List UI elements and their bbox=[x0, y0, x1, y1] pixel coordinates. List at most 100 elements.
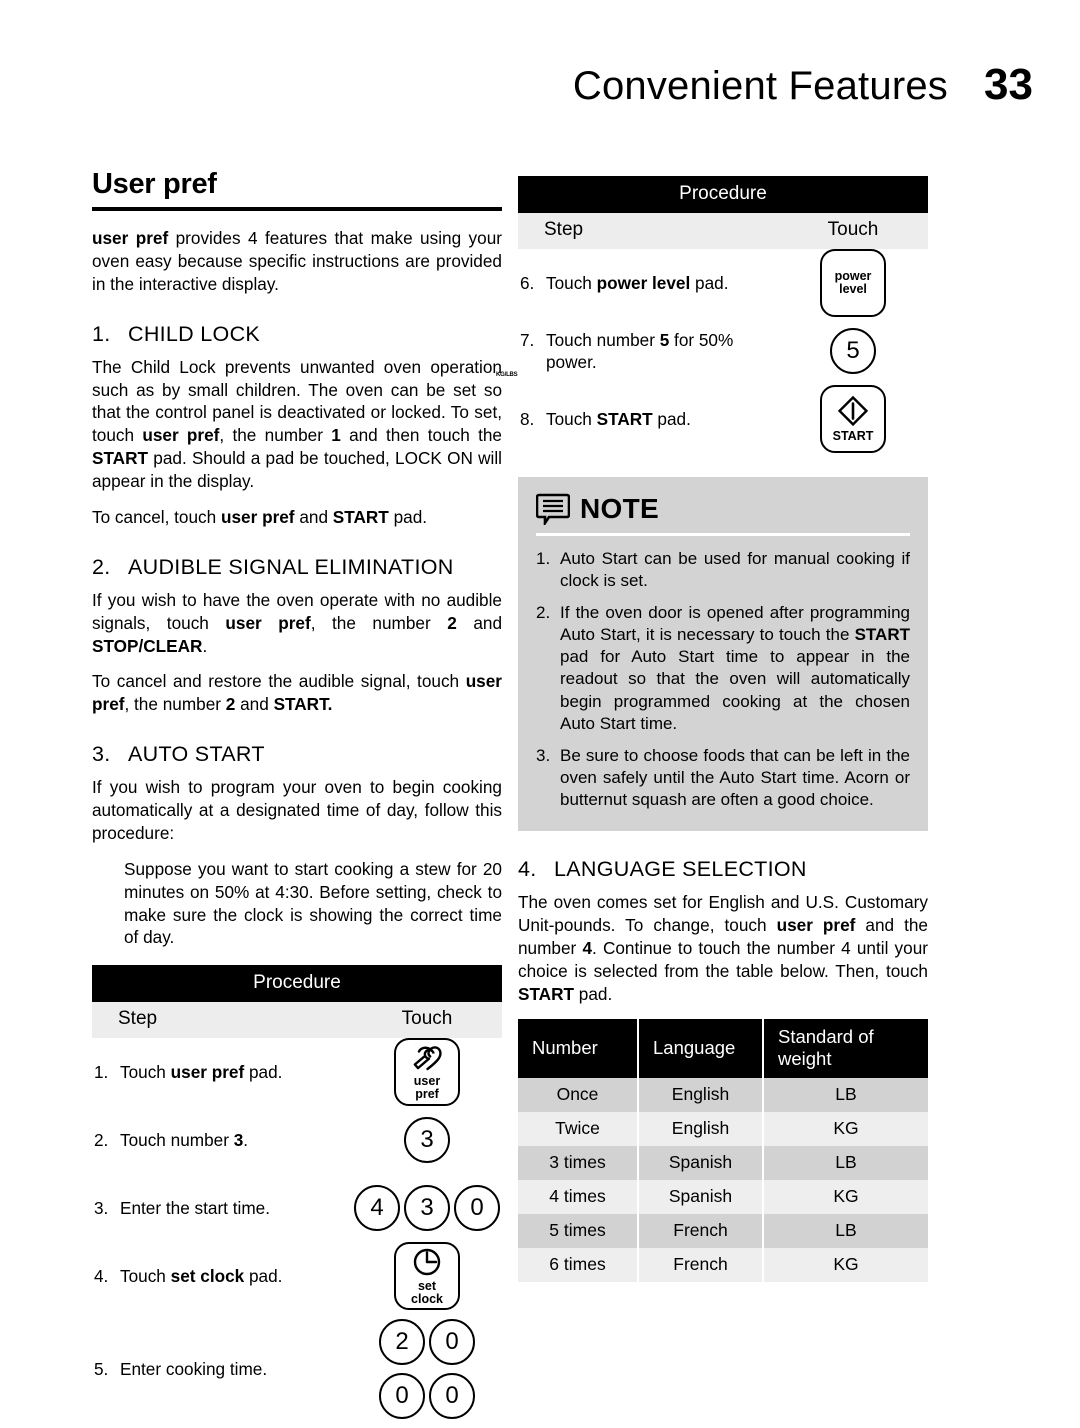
language-table-cell: KG bbox=[763, 1248, 928, 1283]
heading-number: 1. bbox=[92, 321, 111, 346]
language-table-cell: 6 times bbox=[518, 1248, 639, 1283]
language-table-cell: Spanish bbox=[638, 1146, 764, 1181]
language-table-cell: English bbox=[638, 1112, 764, 1147]
intro-paragraph: user pref provides 4 features that make … bbox=[92, 228, 502, 294]
note-item-text: Be sure to choose foods that can be left… bbox=[560, 745, 910, 809]
pad-label: user pref bbox=[413, 1073, 441, 1101]
step-text: Enter the start time. bbox=[120, 1198, 270, 1219]
procedure-rows-right: 6. Touch power level pad. power level 7. Touc… bbox=[518, 249, 928, 453]
language-table-row: 5 times French LB bbox=[518, 1214, 928, 1249]
procedure-step: 1. Touch user pref pad. bbox=[92, 1061, 352, 1083]
language-table-row: Twice English KG bbox=[518, 1112, 928, 1147]
number-pad-4[interactable]: 4 bbox=[354, 1185, 400, 1232]
note-bubble-icon bbox=[535, 493, 571, 528]
procedure-touch-cell: START bbox=[778, 385, 928, 453]
number-pad-5[interactable]: 5 bbox=[830, 328, 876, 374]
pad-power-level[interactable]: power level bbox=[820, 249, 886, 317]
note-item: 1. Auto Start can be used for manual cook… bbox=[536, 548, 910, 592]
language-table-header-cell: Number bbox=[518, 1019, 639, 1079]
number-pad-0[interactable]: 0 bbox=[429, 1319, 475, 1366]
procedure-step: 7. Touch number 5 for 50% power. bbox=[518, 329, 778, 374]
procedure-row: 5. Enter cooking time. 2 0 0 0 bbox=[92, 1310, 502, 1428]
note-header: NOTE bbox=[535, 493, 910, 528]
child-lock-paragraph-2: To cancel, touch user pref and START pad… bbox=[92, 506, 428, 527]
procedure-step: 8. Touch START pad. bbox=[518, 408, 778, 430]
language-table-body: Once English LB Twice English KG 3 times Spanis… bbox=[518, 1078, 928, 1283]
heading-child-lock: 1. CHILD LOCK bbox=[92, 322, 502, 347]
note-item: 3. Be sure to choose foods that can be le… bbox=[536, 745, 910, 811]
heading-text: AUTO START bbox=[128, 742, 265, 767]
procedure-row: 3. Enter the start time. 4 3 0 bbox=[92, 1174, 502, 1242]
step-number: 7. bbox=[520, 329, 535, 350]
number-pad-2[interactable]: 2 bbox=[379, 1319, 425, 1366]
language-table-cell: KG bbox=[763, 1112, 928, 1147]
procedure-title: Procedure bbox=[92, 965, 502, 1003]
number-pad-0[interactable]: 0 bbox=[454, 1185, 500, 1232]
note-item-number: 3. bbox=[536, 745, 551, 765]
note-item: 2. If the oven door is opened after progr… bbox=[536, 602, 910, 735]
language-table-cell: Spanish bbox=[638, 1180, 764, 1215]
auto-start-example: Suppose you want to start cooking a stew… bbox=[124, 858, 502, 948]
auto-start-paragraph: If you wish to program your oven to begi… bbox=[92, 777, 502, 843]
language-table-cell: English bbox=[638, 1078, 764, 1113]
procedure-row: 2. Touch number 3. 3 bbox=[92, 1106, 502, 1174]
step-number: 1. bbox=[94, 1062, 109, 1083]
language-table-cell: Twice bbox=[518, 1112, 639, 1147]
child-lock-paragraph-1: The Child Lock prevents unwanted oven op… bbox=[92, 356, 502, 491]
procedure-table-left: Procedure Step Touch 1. Touch user pref p… bbox=[92, 965, 502, 1428]
column-header-step: Step bbox=[118, 1008, 158, 1030]
pad-label: power level bbox=[834, 268, 872, 296]
pad-stack: 2000 bbox=[379, 1319, 475, 1420]
step-number: 8. bbox=[520, 408, 535, 429]
language-table-row: Once English LB bbox=[518, 1078, 928, 1113]
pad-row: 00 bbox=[379, 1373, 475, 1420]
set-clock-icon bbox=[412, 1247, 442, 1277]
language-table-cell: 5 times bbox=[518, 1214, 639, 1249]
language-table-cell: 3 times bbox=[518, 1146, 639, 1181]
procedure-subheader: Step Touch bbox=[92, 1002, 502, 1039]
column-header-touch: Touch bbox=[401, 1008, 453, 1030]
step-number: 3. bbox=[94, 1198, 109, 1219]
step-text: Touch power level pad. bbox=[546, 272, 729, 293]
user-pref-icon bbox=[411, 1044, 443, 1072]
note-box: NOTE 1. Auto Start can be used for manual… bbox=[518, 477, 928, 832]
page-title: Convenient Features bbox=[572, 64, 948, 108]
note-list: 1. Auto Start can be used for manual cook… bbox=[536, 548, 910, 811]
number-pad-0[interactable]: 0 bbox=[429, 1373, 475, 1420]
step-text: Enter cooking time. bbox=[120, 1359, 268, 1380]
note-item-number: 1. bbox=[536, 549, 551, 568]
step-text: Touch number 5 for 50% power. bbox=[546, 329, 734, 372]
procedure-touch-cell: 3 bbox=[352, 1117, 502, 1164]
language-table-cell: LB bbox=[763, 1214, 928, 1249]
pad-start[interactable]: START bbox=[820, 385, 886, 453]
language-table-cell: French bbox=[638, 1248, 764, 1283]
pad-label: START bbox=[832, 428, 874, 443]
pad-set-clock[interactable]: set clock bbox=[394, 1242, 460, 1311]
number-pad-3[interactable]: 3 bbox=[404, 1185, 450, 1232]
procedure-touch-cell: 430 bbox=[352, 1185, 502, 1232]
audible-paragraph-2: To cancel and restore the audible signal… bbox=[92, 671, 502, 715]
number-pad-0[interactable]: 0 bbox=[379, 1373, 425, 1420]
note-title: NOTE bbox=[580, 493, 659, 524]
left-column: User pref user pref provides 4 features … bbox=[92, 168, 502, 1428]
language-table-row: 4 times Spanish KG bbox=[518, 1180, 928, 1215]
step-number: 4. bbox=[94, 1266, 109, 1287]
page-header: Convenient Features 33 bbox=[0, 60, 1040, 110]
pad-user-pref[interactable]: user pref bbox=[394, 1038, 460, 1107]
pad-label: set clock bbox=[411, 1278, 443, 1306]
number-pad-3[interactable]: 3 bbox=[404, 1117, 450, 1164]
heading-text: CHILD LOCK bbox=[128, 321, 261, 346]
pad-row: 20 bbox=[379, 1319, 475, 1366]
procedure-row: 7. Touch number 5 for 50% power. 5 bbox=[518, 317, 928, 385]
heading-text: AUDIBLE SIGNAL ELIMINATION bbox=[128, 554, 454, 579]
section-heading-user-pref: User pref bbox=[92, 168, 217, 200]
heading-number: 4. bbox=[518, 857, 537, 882]
step-text: Touch user pref pad. bbox=[120, 1062, 283, 1083]
language-selection-paragraph: The oven comes set for English and U.S. … bbox=[518, 892, 928, 1004]
audible-paragraph-1: If you wish to have the oven operate wit… bbox=[92, 589, 503, 656]
procedure-step: 6. Touch power level pad. bbox=[518, 272, 778, 294]
procedure-touch-cell: 2000 bbox=[352, 1319, 502, 1420]
note-item-text: Auto Start can be used for manual cookin… bbox=[560, 549, 910, 591]
step-number: 2. bbox=[94, 1130, 109, 1151]
right-column: Procedure Step Touch 6. Touch power level… bbox=[518, 176, 928, 1283]
